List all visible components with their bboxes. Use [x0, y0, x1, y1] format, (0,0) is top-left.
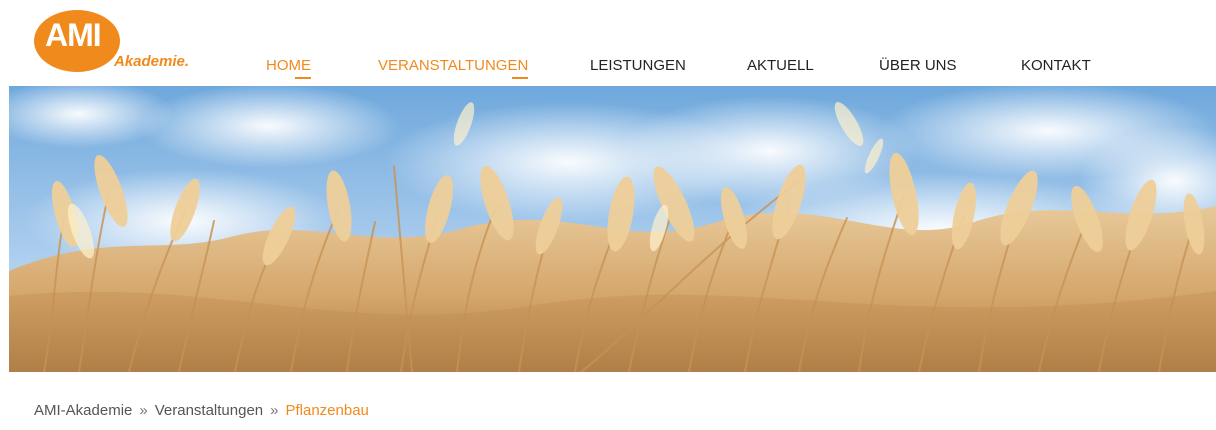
- nav-item-aktuell[interactable]: AKTUELL: [747, 57, 814, 79]
- breadcrumb-veranstaltungen[interactable]: Veranstaltungen: [155, 402, 263, 419]
- breadcrumb: AMI-Akademie » Veranstaltungen » Pflanzenbau: [34, 402, 369, 422]
- breadcrumb-separator: »: [139, 402, 148, 419]
- page: AMI Akademie. HOME VERANSTALTUNGEN LEIST…: [0, 0, 1216, 430]
- breadcrumb-ami-akademie[interactable]: AMI-Akademie: [34, 402, 132, 419]
- nav-item-leistungen[interactable]: LEISTUNGEN: [590, 57, 686, 79]
- wheat-field-image: [9, 86, 1216, 372]
- hero-banner: [9, 86, 1216, 372]
- main-navigation: HOME VERANSTALTUNGEN LEISTUNGEN AKTUELL …: [0, 0, 1216, 86]
- nav-item-home[interactable]: HOME: [266, 57, 311, 79]
- nav-item-ueber-uns[interactable]: ÜBER UNS: [879, 57, 957, 79]
- breadcrumb-current-pflanzenbau: Pflanzenbau: [285, 402, 369, 419]
- nav-item-veranstaltungen[interactable]: VERANSTALTUNGEN: [378, 57, 529, 79]
- nav-item-kontakt[interactable]: KONTAKT: [1021, 57, 1091, 79]
- site-header: AMI Akademie. HOME VERANSTALTUNGEN LEIST…: [0, 0, 1216, 86]
- breadcrumb-separator: »: [270, 402, 279, 419]
